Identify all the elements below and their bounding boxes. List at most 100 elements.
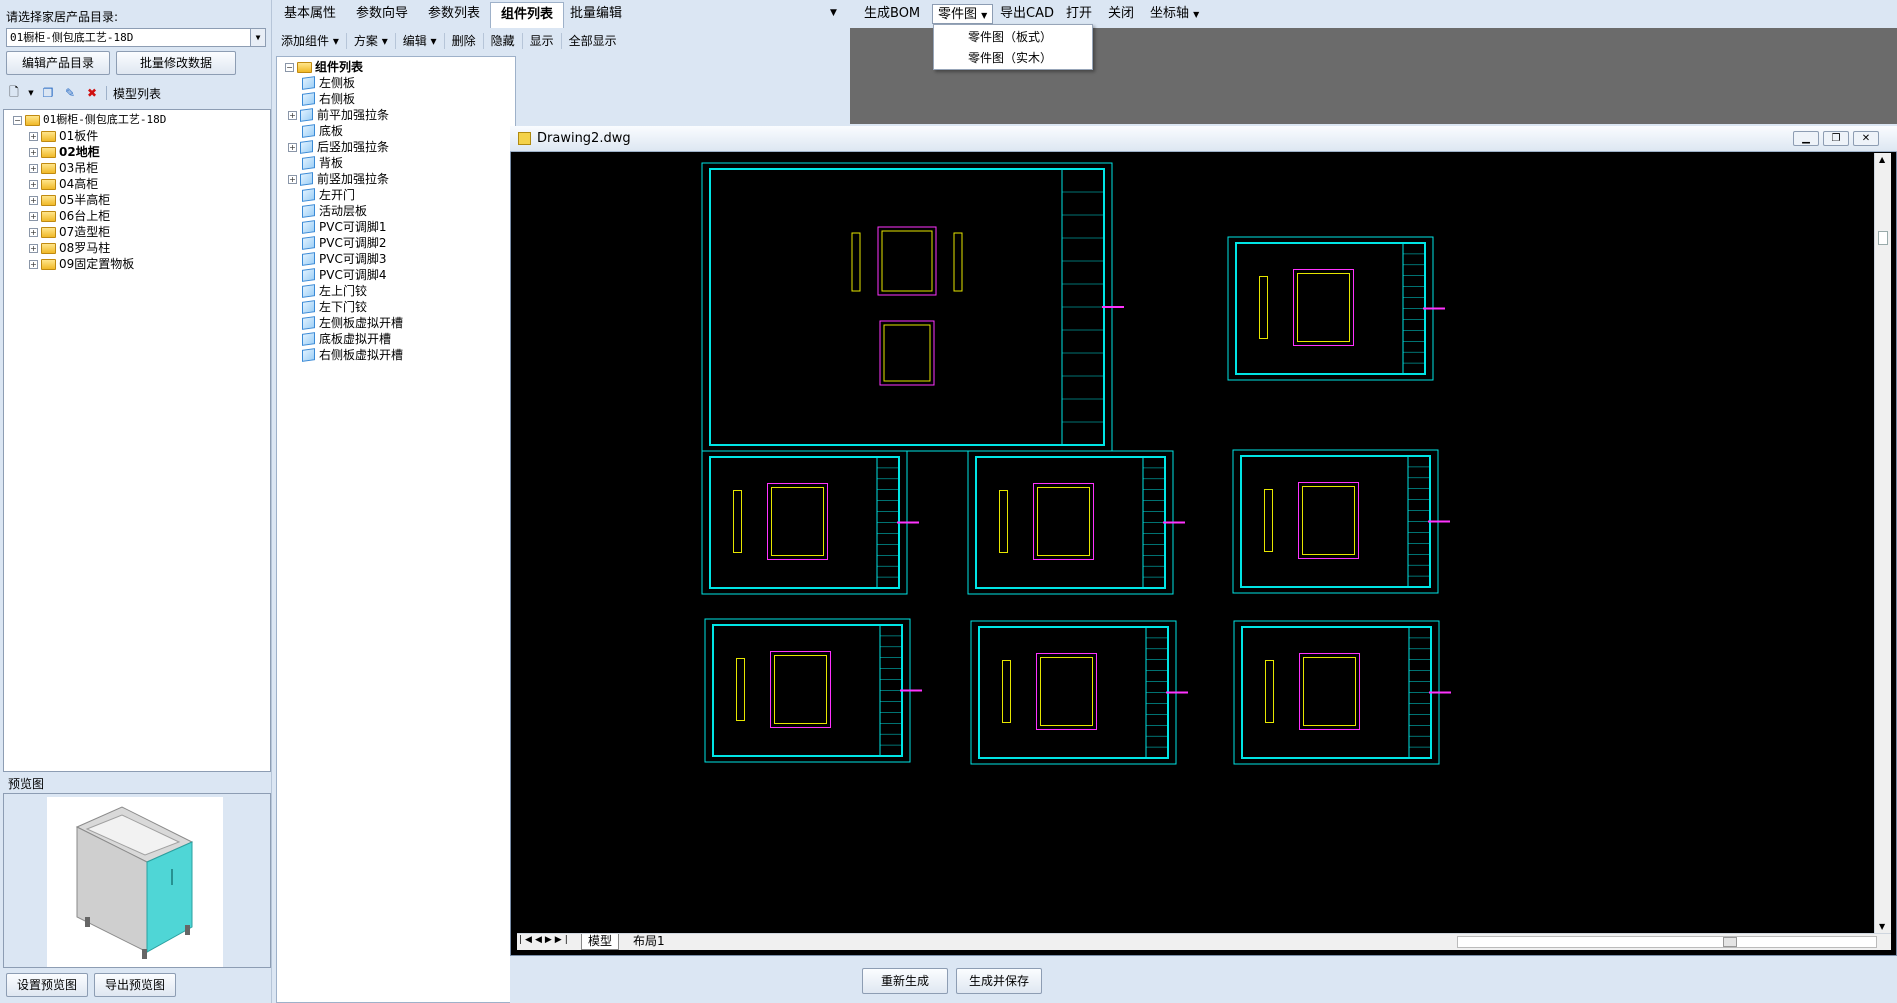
tree-item[interactable]: +08罗马柱: [29, 240, 110, 256]
expand-icon[interactable]: +: [29, 243, 38, 253]
component-item[interactable]: PVC可调脚3: [302, 251, 386, 267]
horizontal-scrollbar[interactable]: [1457, 936, 1877, 948]
catalog-select[interactable]: 01橱柜-侧包底工艺-18D ▼: [6, 28, 266, 47]
component-item[interactable]: PVC可调脚2: [302, 235, 386, 251]
export-preview-button[interactable]: 导出预览图: [94, 973, 176, 997]
chevron-down-icon[interactable]: ▼: [28, 85, 34, 101]
vertical-scrollbar[interactable]: ▲ ▼: [1874, 153, 1891, 933]
expand-icon[interactable]: +: [29, 163, 38, 173]
minimize-icon[interactable]: ▁: [1793, 131, 1819, 146]
close-icon[interactable]: ✕: [1853, 131, 1879, 146]
component-icon: [300, 140, 313, 154]
component-item[interactable]: + 前平加强拉条: [288, 107, 389, 123]
generate-bom-button[interactable]: 生成BOM: [859, 4, 925, 24]
tree-item[interactable]: +09固定置物板: [29, 256, 134, 272]
add-component-button[interactable]: 添加组件 ▾: [274, 32, 347, 49]
expand-icon[interactable]: +: [288, 174, 297, 184]
close-button[interactable]: 关闭: [1103, 4, 1139, 24]
tab-model[interactable]: 模型: [581, 934, 620, 950]
restore-icon[interactable]: ❐: [1823, 131, 1849, 146]
tree-item[interactable]: +05半高柜: [29, 192, 110, 208]
component-item[interactable]: 左开门: [302, 187, 355, 203]
component-item[interactable]: PVC可调脚4: [302, 267, 386, 283]
tree-item[interactable]: +03吊柜: [29, 160, 98, 176]
expand-icon[interactable]: +: [29, 211, 38, 221]
component-item[interactable]: + 前竖加强拉条: [288, 171, 389, 187]
component-item[interactable]: 左侧板虚拟开槽: [302, 315, 403, 331]
expand-icon[interactable]: +: [288, 110, 297, 120]
edit-catalog-button[interactable]: 编辑产品目录: [6, 51, 110, 75]
component-item[interactable]: PVC可调脚1: [302, 219, 386, 235]
component-item[interactable]: 左下门铰: [302, 299, 367, 315]
tree-item[interactable]: +06台上柜: [29, 208, 110, 224]
generate-save-button[interactable]: 生成并保存: [956, 968, 1042, 994]
tree-root[interactable]: −01橱柜-侧包底工艺-18D: [13, 112, 166, 128]
layout-nav-icons[interactable]: |◀◀▶▶|: [519, 935, 571, 945]
drawing-sheet: [1232, 449, 1439, 594]
menu-item-solidwood-drawing[interactable]: 零件图（实木）: [934, 48, 1092, 69]
tab-basic-props[interactable]: 基本属性: [274, 2, 346, 26]
menu-item-panel-drawing[interactable]: 零件图（板式）: [934, 27, 1092, 48]
scroll-thumb[interactable]: [1878, 231, 1888, 245]
tree-item[interactable]: +07造型柜: [29, 224, 110, 240]
tab-param-list[interactable]: 参数列表: [418, 2, 490, 26]
scroll-thumb[interactable]: [1723, 937, 1737, 947]
component-item[interactable]: 左上门铰: [302, 283, 367, 299]
component-item[interactable]: 活动层板: [302, 203, 367, 219]
batch-edit-button[interactable]: 批量修改数据: [116, 51, 236, 75]
copy-icon[interactable]: ❐: [40, 85, 56, 101]
scheme-button[interactable]: 方案 ▾: [347, 32, 396, 49]
new-file-icon[interactable]: 🗋: [6, 85, 22, 101]
scroll-down-icon[interactable]: ▼: [1879, 922, 1885, 931]
component-item[interactable]: + 后竖加强拉条: [288, 139, 389, 155]
delete-button[interactable]: 删除: [445, 32, 484, 49]
model-list-label: 模型列表: [113, 86, 162, 101]
open-button[interactable]: 打开: [1061, 4, 1097, 24]
tab-layout1[interactable]: 布局1: [627, 934, 671, 950]
edit-icon[interactable]: ✎: [62, 85, 78, 101]
component-item[interactable]: 左侧板: [302, 75, 355, 91]
show-button[interactable]: 显示: [523, 32, 562, 49]
expand-icon[interactable]: +: [29, 195, 38, 205]
model-tree[interactable]: −01橱柜-侧包底工艺-18D +01板件 +02地柜 +03吊柜 +04高柜 +05半…: [3, 109, 271, 772]
drawing-sheet: [701, 162, 1113, 452]
component-item[interactable]: 底板: [302, 123, 343, 139]
expand-icon[interactable]: +: [29, 131, 38, 141]
expand-icon[interactable]: +: [29, 179, 38, 189]
expand-icon[interactable]: +: [29, 147, 38, 157]
show-all-button[interactable]: 全部显示: [562, 33, 624, 49]
axis-button[interactable]: 坐标轴 ▼: [1145, 4, 1204, 24]
expand-icon[interactable]: +: [29, 227, 38, 237]
expand-icon[interactable]: +: [29, 259, 38, 269]
part-drawing-button[interactable]: 零件图 ▼: [932, 4, 994, 24]
tab-batch-edit[interactable]: 批量编辑: [560, 2, 632, 26]
regenerate-button[interactable]: 重新生成: [862, 968, 948, 994]
delete-icon[interactable]: ✖: [84, 85, 100, 101]
component-item[interactable]: 右侧板虚拟开槽: [302, 347, 403, 363]
component-tree-root[interactable]: − 组件列表: [285, 59, 363, 75]
component-item[interactable]: 底板虚拟开槽: [302, 331, 391, 347]
component-icon: [302, 76, 315, 90]
hide-button[interactable]: 隐藏: [484, 32, 523, 49]
expand-icon[interactable]: +: [288, 142, 297, 152]
edit-button[interactable]: 编辑 ▾: [396, 32, 445, 49]
tabs-dropdown-icon[interactable]: ▼: [830, 8, 837, 18]
tab-param-wizard[interactable]: 参数向导: [346, 2, 418, 26]
tree-item[interactable]: +01板件: [29, 128, 98, 144]
component-toolbar: 添加组件 ▾ 方案 ▾ 编辑 ▾ 删除 隐藏 显示 全部显示: [274, 28, 848, 53]
scroll-up-icon[interactable]: ▲: [1879, 155, 1885, 164]
cad-canvas[interactable]: [517, 153, 1887, 933]
tab-component-list[interactable]: 组件列表: [490, 2, 565, 28]
collapse-icon[interactable]: −: [13, 115, 22, 125]
drawing-sheet: [1233, 620, 1440, 765]
collapse-icon[interactable]: −: [285, 62, 294, 72]
component-tree[interactable]: − 组件列表 左侧板 右侧板 + 前平加强拉条 底板 + 后竖加强拉条 背板 + 前竖加强拉条 左开门…: [276, 56, 516, 1003]
cabinet-preview-image: [47, 797, 223, 967]
export-cad-button[interactable]: 导出CAD: [995, 4, 1059, 24]
chevron-down-icon[interactable]: ▼: [250, 29, 265, 46]
set-preview-button[interactable]: 设置预览图: [6, 973, 88, 997]
component-item[interactable]: 右侧板: [302, 91, 355, 107]
tree-item[interactable]: +02地柜: [29, 144, 100, 160]
component-item[interactable]: 背板: [302, 155, 343, 171]
tree-item[interactable]: +04高柜: [29, 176, 98, 192]
